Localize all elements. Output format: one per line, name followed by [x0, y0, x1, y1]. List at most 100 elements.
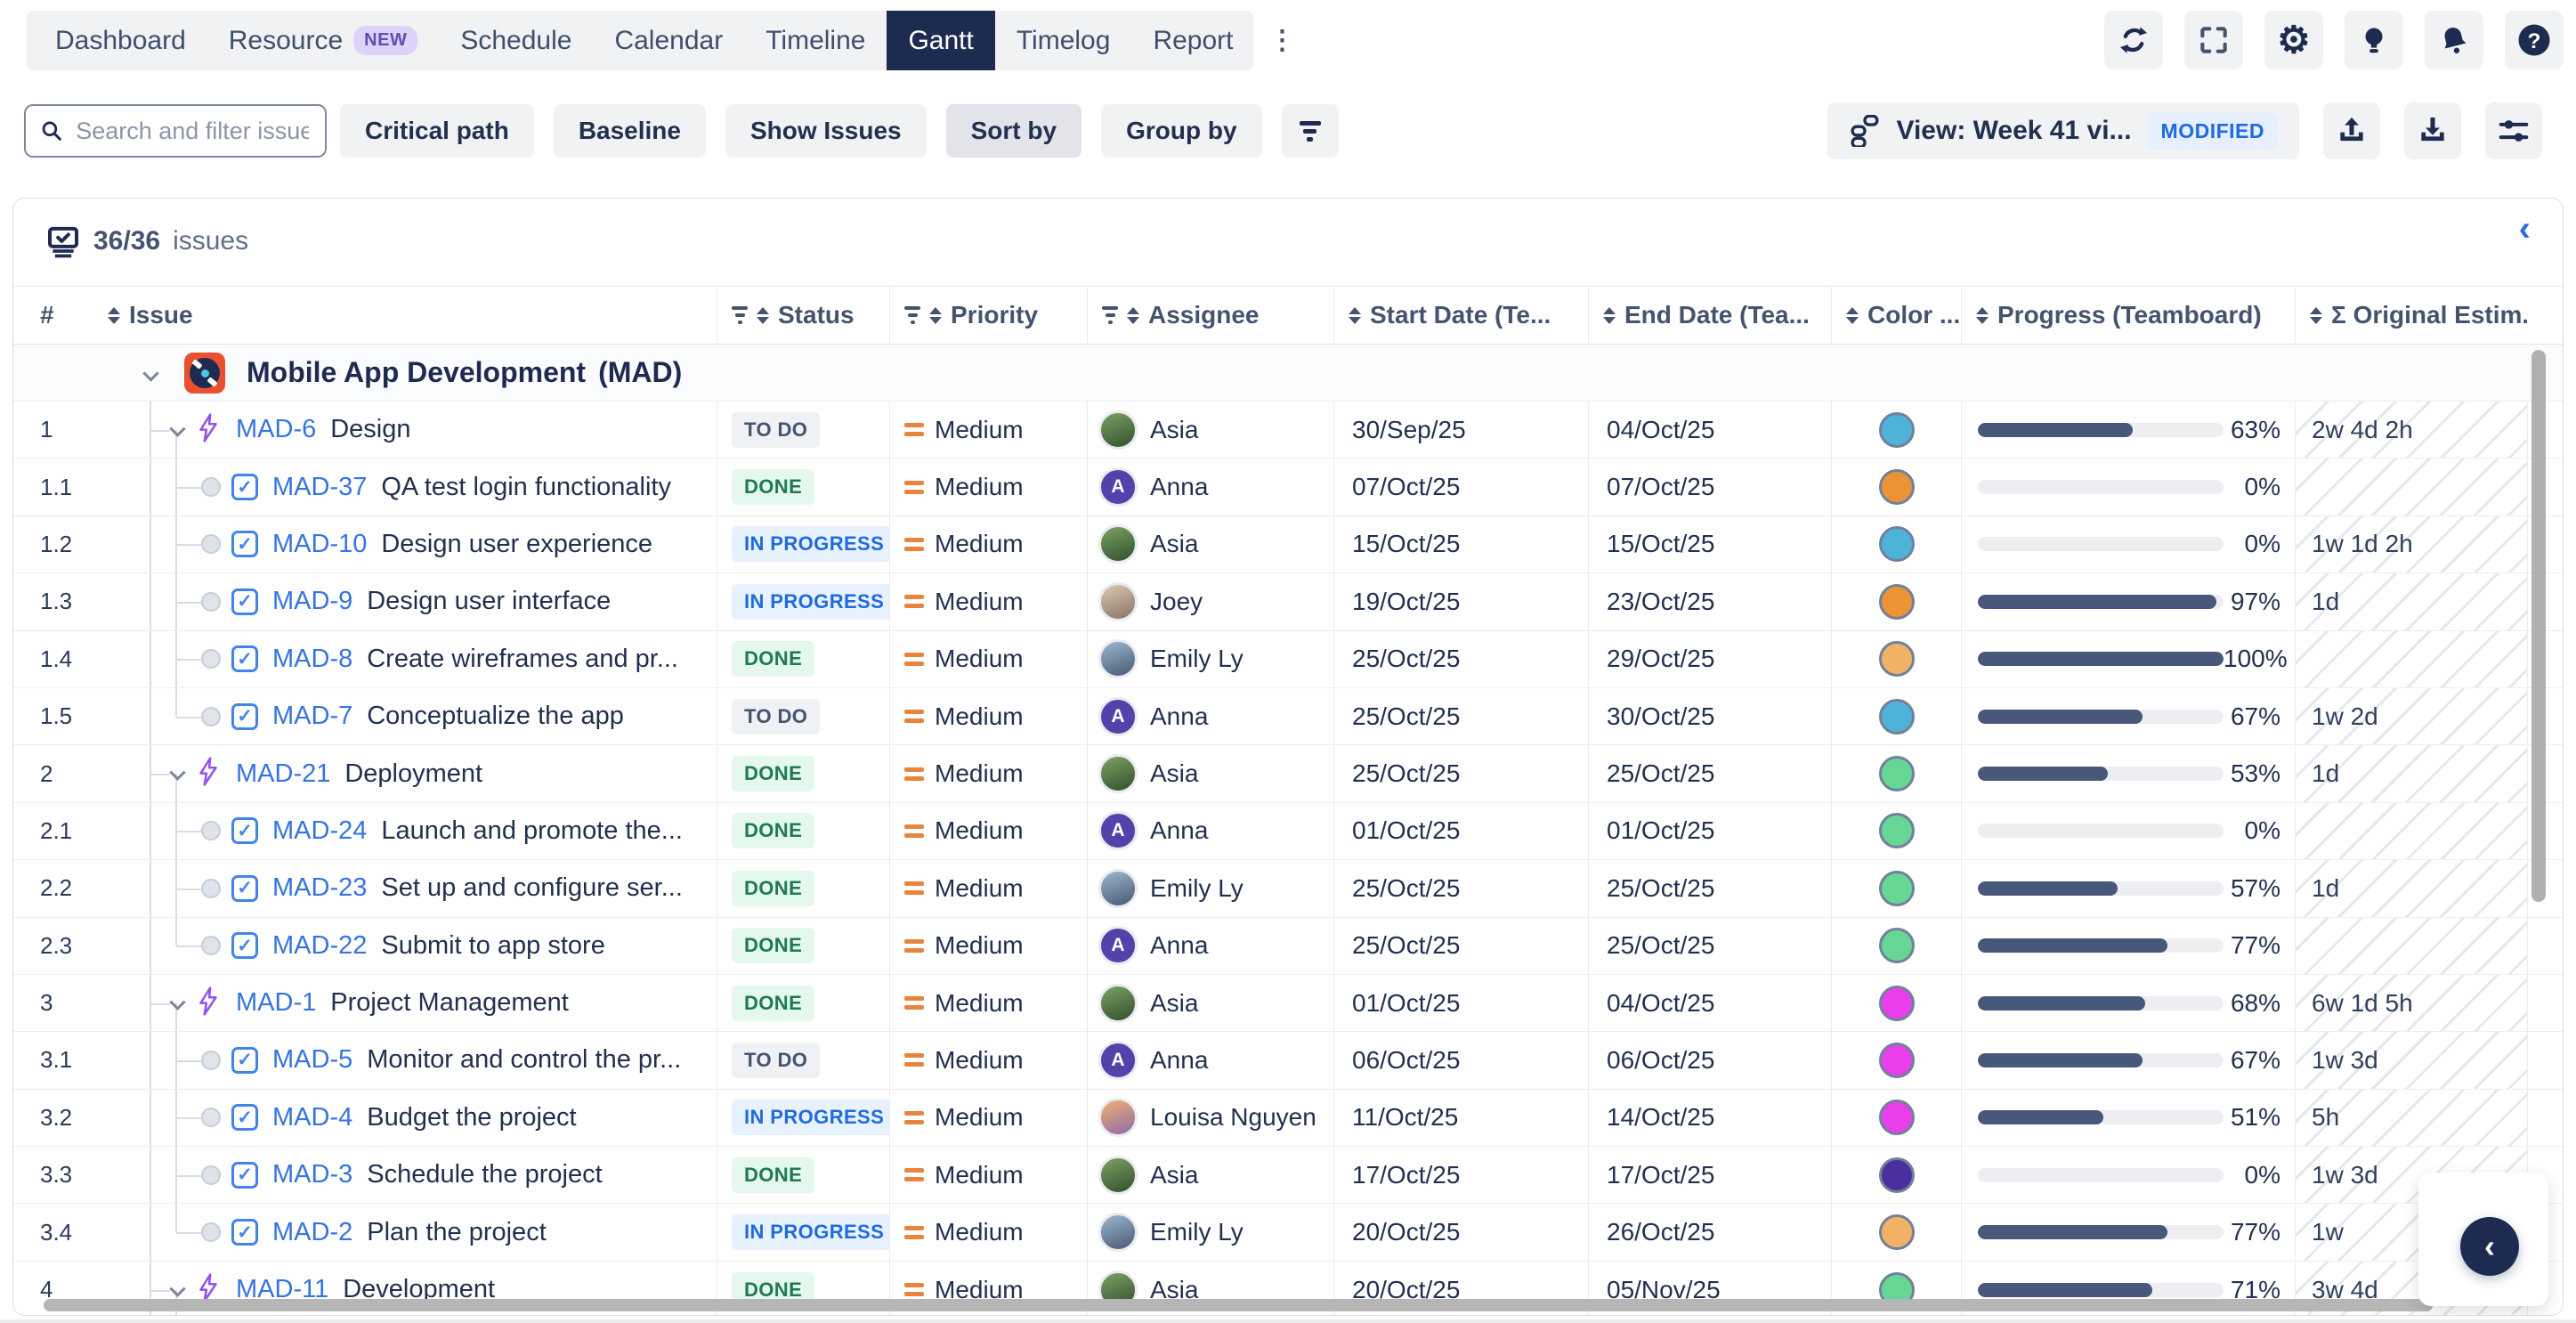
assignee-cell[interactable]: Asia: [1087, 975, 1333, 1031]
assignee-cell[interactable]: A Anna: [1087, 803, 1333, 859]
color-cell[interactable]: [1831, 402, 1961, 458]
sync-button[interactable]: [2104, 11, 2163, 69]
issue-key[interactable]: MAD-5: [272, 1045, 352, 1075]
expand-chevron[interactable]: [170, 994, 186, 1010]
status-cell[interactable]: IN PROGRESS: [717, 1204, 889, 1260]
display-settings-button[interactable]: [2485, 102, 2542, 159]
estimate-cell[interactable]: 1w 3d: [2295, 1032, 2527, 1088]
filter-button[interactable]: [1282, 104, 1339, 158]
estimate-cell[interactable]: [2295, 918, 2527, 974]
color-cell[interactable]: [1831, 803, 1961, 859]
start-date-cell[interactable]: 25/Oct/25: [1333, 688, 1588, 744]
color-cell[interactable]: [1831, 631, 1961, 687]
issue-cell[interactable]: ✓MAD-24Launch and promote the...: [93, 803, 717, 859]
start-date-cell[interactable]: 07/Oct/25: [1333, 459, 1588, 515]
column-header-color[interactable]: Color ...: [1831, 287, 1961, 344]
issue-key[interactable]: MAD-8: [272, 645, 352, 674]
priority-cell[interactable]: Medium: [889, 918, 1087, 974]
end-date-cell[interactable]: 25/Oct/25: [1588, 918, 1831, 974]
progress-cell[interactable]: 0%: [1961, 516, 2295, 572]
estimate-cell[interactable]: 1d: [2295, 573, 2527, 629]
filter-icon[interactable]: [904, 306, 920, 324]
grid-collapse-chevron[interactable]: ‹: [2519, 209, 2531, 249]
start-date-cell[interactable]: 01/Oct/25: [1333, 803, 1588, 859]
issue-key[interactable]: MAD-7: [272, 702, 352, 731]
estimate-cell[interactable]: 1d: [2295, 745, 2527, 801]
nav-tab-gantt[interactable]: Gantt: [887, 11, 994, 70]
estimate-cell[interactable]: 6w 1d 5h: [2295, 975, 2527, 1031]
fullscreen-button[interactable]: [2184, 11, 2243, 69]
estimate-cell[interactable]: [2295, 803, 2527, 859]
drag-handle[interactable]: [201, 1165, 221, 1185]
table-row[interactable]: 3.1 ✓MAD-5Monitor and control the pr... …: [13, 1032, 2563, 1089]
assignee-cell[interactable]: Emily Ly: [1087, 1204, 1333, 1260]
nav-tab-schedule[interactable]: Schedule: [439, 11, 593, 70]
priority-cell[interactable]: Medium: [889, 803, 1087, 859]
upload-button[interactable]: [2323, 102, 2380, 159]
issue-cell[interactable]: ✓MAD-22Submit to app store: [93, 918, 717, 974]
priority-cell[interactable]: Medium: [889, 1032, 1087, 1088]
estimate-cell[interactable]: [2295, 459, 2527, 515]
color-cell[interactable]: [1831, 516, 1961, 572]
tips-button[interactable]: [2345, 11, 2403, 69]
status-cell[interactable]: DONE: [717, 459, 889, 515]
drag-handle[interactable]: [201, 1222, 221, 1242]
color-cell[interactable]: [1831, 745, 1961, 801]
table-row[interactable]: 3.4 ✓MAD-2Plan the project IN PROGRESS M…: [13, 1204, 2563, 1261]
table-row[interactable]: 3 MAD-1Project Management DONE Medium As…: [13, 975, 2563, 1032]
nav-tab-calendar[interactable]: Calendar: [593, 11, 744, 70]
sort-icon[interactable]: [757, 307, 769, 324]
sort-icon[interactable]: [108, 307, 120, 324]
estimate-cell[interactable]: 1d: [2295, 860, 2527, 916]
progress-cell[interactable]: 63%: [1961, 402, 2295, 458]
estimate-cell[interactable]: 5h: [2295, 1090, 2527, 1146]
priority-cell[interactable]: Medium: [889, 745, 1087, 801]
drag-handle[interactable]: [201, 649, 221, 669]
priority-cell[interactable]: Medium: [889, 459, 1087, 515]
issue-key[interactable]: MAD-22: [272, 931, 367, 961]
end-date-cell[interactable]: 15/Oct/25: [1588, 516, 1831, 572]
assignee-cell[interactable]: A Anna: [1087, 459, 1333, 515]
color-cell[interactable]: [1831, 860, 1961, 916]
end-date-cell[interactable]: 06/Oct/25: [1588, 1032, 1831, 1088]
project-group-row[interactable]: Mobile App Development (MAD): [13, 345, 2563, 402]
start-date-cell[interactable]: 11/Oct/25: [1333, 1090, 1588, 1146]
table-row[interactable]: 2.2 ✓MAD-23Set up and configure ser... D…: [13, 860, 2563, 917]
help-button[interactable]: ?: [2505, 11, 2564, 69]
color-cell[interactable]: [1831, 573, 1961, 629]
priority-cell[interactable]: Medium: [889, 573, 1087, 629]
status-cell[interactable]: TO DO: [717, 402, 889, 458]
status-cell[interactable]: DONE: [717, 860, 889, 916]
estimate-cell[interactable]: [2295, 631, 2527, 687]
status-cell[interactable]: DONE: [717, 803, 889, 859]
issue-cell[interactable]: ✓MAD-10Design user experience: [93, 516, 717, 572]
color-cell[interactable]: [1831, 1032, 1961, 1088]
settings-button[interactable]: ⚙: [2264, 11, 2323, 69]
progress-cell[interactable]: 68%: [1961, 975, 2295, 1031]
start-date-cell[interactable]: 20/Oct/25: [1333, 1204, 1588, 1260]
priority-cell[interactable]: Medium: [889, 631, 1087, 687]
drag-handle[interactable]: [201, 477, 221, 497]
color-cell[interactable]: [1831, 1204, 1961, 1260]
end-date-cell[interactable]: 23/Oct/25: [1588, 573, 1831, 629]
page-scrollbar-track[interactable]: [0, 1319, 2576, 1323]
show-issues-button[interactable]: Show Issues: [725, 104, 927, 158]
progress-cell[interactable]: 53%: [1961, 745, 2295, 801]
issue-key[interactable]: MAD-37: [272, 473, 367, 502]
drag-handle[interactable]: [201, 879, 221, 898]
issue-cell[interactable]: MAD-21Deployment: [93, 745, 717, 801]
filter-icon[interactable]: [1102, 306, 1118, 324]
issue-key[interactable]: MAD-4: [272, 1103, 352, 1132]
color-cell[interactable]: [1831, 1147, 1961, 1203]
start-date-cell[interactable]: 06/Oct/25: [1333, 1032, 1588, 1088]
search-filter-box[interactable]: [24, 104, 327, 158]
priority-cell[interactable]: Medium: [889, 1147, 1087, 1203]
column-header-issue[interactable]: Issue: [93, 287, 717, 344]
status-cell[interactable]: DONE: [717, 975, 889, 1031]
issue-cell[interactable]: ✓MAD-7Conceptualize the app: [93, 688, 717, 744]
end-date-cell[interactable]: 04/Oct/25: [1588, 402, 1831, 458]
progress-cell[interactable]: 77%: [1961, 918, 2295, 974]
table-row[interactable]: 2.3 ✓MAD-22Submit to app store DONE Medi…: [13, 918, 2563, 975]
issue-key[interactable]: MAD-21: [236, 759, 330, 789]
end-date-cell[interactable]: 26/Oct/25: [1588, 1204, 1831, 1260]
